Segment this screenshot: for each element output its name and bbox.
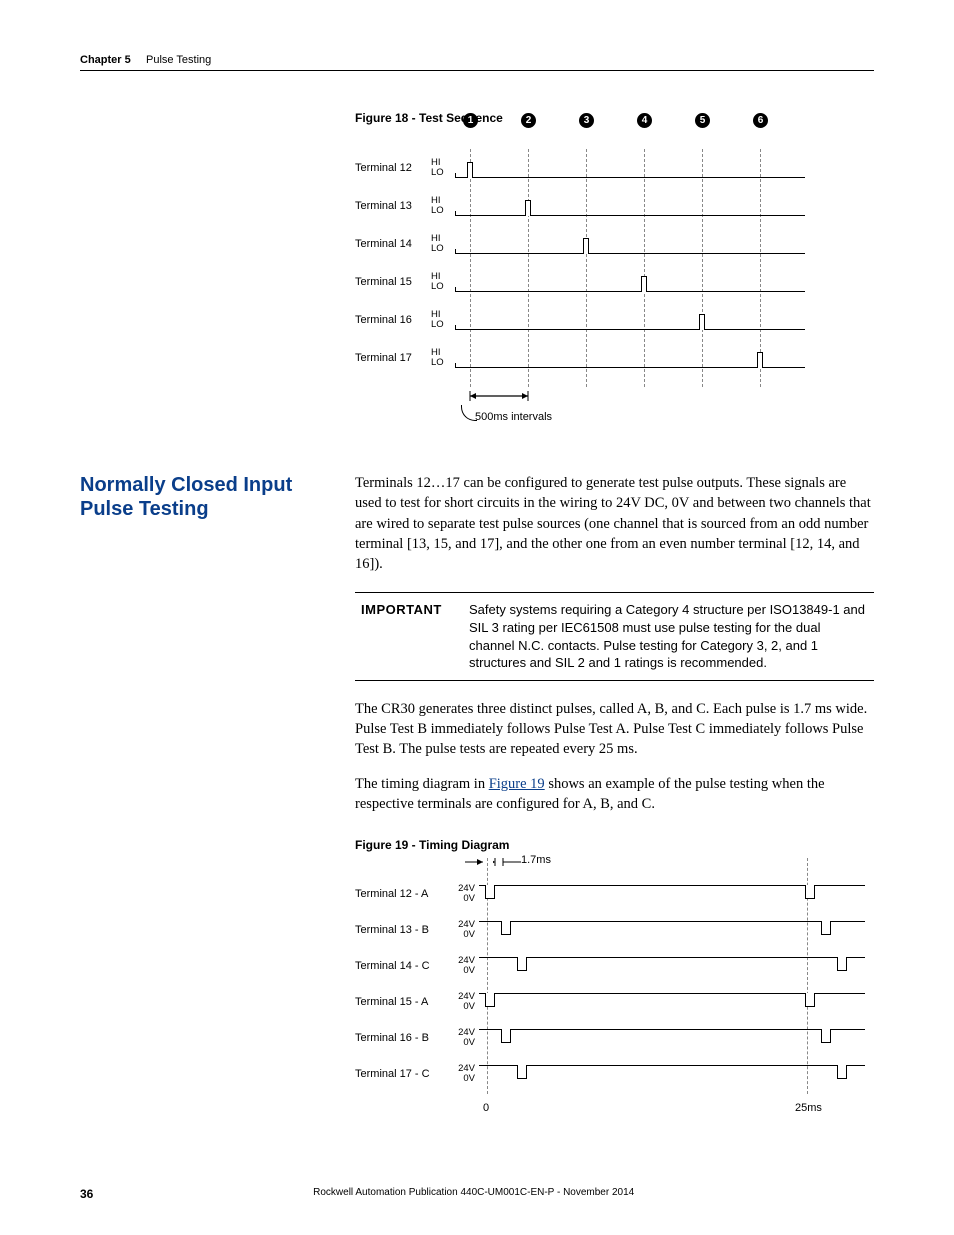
page-number: 36 (80, 1187, 93, 1201)
arrow-pulsewidth-icon (493, 856, 523, 871)
figure-19-link[interactable]: Figure 19 (489, 776, 545, 792)
fig18-row-t15: Terminal 15 HILO (355, 263, 805, 301)
x-tick-0: 0 (483, 1102, 489, 1114)
publication-id: Rockwell Automation Publication 440C-UM0… (313, 1187, 634, 1201)
marker-1: 1 (463, 113, 478, 128)
section-body: Terminals 12…17 can be configured to gen… (355, 473, 874, 828)
fig19-row-t13: Terminal 13 - B 24V0V (355, 912, 865, 948)
figure-18: Figure 18 - Test Sequence 1 2 3 4 5 6 Te… (355, 111, 874, 419)
fig19-row-t15: Terminal 15 - A 24V0V (355, 984, 865, 1020)
header-rule (80, 70, 874, 71)
interval-label: 500ms intervals (475, 411, 552, 423)
chapter-label: Chapter 5 (80, 54, 131, 66)
important-label: IMPORTANT (361, 601, 449, 671)
marker-4: 4 (637, 113, 652, 128)
figure-19-caption: Figure 19 - Timing Diagram (355, 838, 874, 852)
fig18-row-t12: Terminal 12 HILO (355, 149, 805, 187)
x-tick-25ms: 25ms (795, 1102, 822, 1114)
important-text: Safety systems requiring a Category 4 st… (469, 601, 868, 671)
important-callout: IMPORTANT Safety systems requiring a Cat… (355, 592, 874, 680)
figure-18-markers: 1 2 3 4 5 6 (455, 113, 805, 131)
fig19-row-t12: Terminal 12 - A 24V0V (355, 876, 865, 912)
fig18-row-t13: Terminal 13 HILO (355, 187, 805, 225)
figure-19: Figure 19 - Timing Diagram 1.7ms Termina… (355, 838, 874, 1112)
para-3: The timing diagram in Figure 19 shows an… (355, 774, 874, 815)
figure-19-chart: 1.7ms Terminal 12 - A 24V0V Terminal 13 … (355, 858, 865, 1112)
section-normally-closed: Normally Closed Input Pulse Testing Term… (80, 473, 874, 828)
fig19-row-t14: Terminal 14 - C 24V0V (355, 948, 865, 984)
marker-6: 6 (753, 113, 768, 128)
arrow-left-icon (463, 856, 485, 871)
fig19-row-t16: Terminal 16 - B 24V0V (355, 1020, 865, 1056)
para-2: The CR30 generates three distinct pulses… (355, 699, 874, 760)
pulse-width-label: 1.7ms (521, 854, 551, 866)
fig18-row-t17: Terminal 17 HILO (355, 339, 805, 377)
chapter-title: Pulse Testing (146, 54, 211, 66)
fig19-row-t17: Terminal 17 - C 24V0V (355, 1056, 865, 1092)
marker-2: 2 (521, 113, 536, 128)
running-header: Chapter 5 Pulse Testing (80, 54, 874, 66)
marker-5: 5 (695, 113, 710, 128)
interval-arrow (455, 389, 805, 403)
para-1: Terminals 12…17 can be configured to gen… (355, 473, 874, 574)
figure-18-chart: 1 2 3 4 5 6 Terminal 12 HILO Terminal 13… (355, 131, 805, 419)
fig18-row-t16: Terminal 16 HILO (355, 301, 805, 339)
marker-3: 3 (579, 113, 594, 128)
fig18-row-t14: Terminal 14 HILO (355, 225, 805, 263)
page-footer: 36 Rockwell Automation Publication 440C-… (80, 1187, 874, 1201)
section-heading: Normally Closed Input Pulse Testing (80, 473, 325, 828)
